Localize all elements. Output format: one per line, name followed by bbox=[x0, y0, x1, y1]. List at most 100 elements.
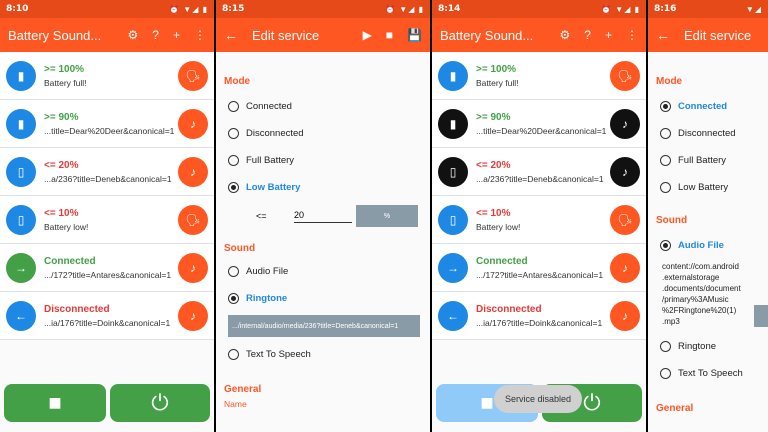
service-row[interactable]: ▯ <= 10% Battery low! 🗣 bbox=[0, 196, 214, 244]
mode-connected[interactable]: Connected bbox=[216, 93, 430, 120]
service-title: Disconnected bbox=[44, 303, 110, 315]
service-row[interactable]: ← Disconnected ...ia/176?title=Doink&canon… bbox=[0, 292, 214, 340]
tts-icon[interactable]: 🗣 bbox=[610, 204, 640, 235]
service-subtitle: .../172?title=Antares&canonical=1 bbox=[44, 269, 172, 280]
settings-icon[interactable]: ⚙ bbox=[560, 28, 571, 42]
mode-low-battery[interactable]: Low Battery bbox=[216, 174, 430, 201]
mode-low-battery[interactable]: Low Battery bbox=[648, 174, 768, 201]
service-row[interactable]: → Connected .../172?title=Antares&canonica… bbox=[0, 244, 214, 292]
general-header: General bbox=[656, 403, 694, 414]
service-row[interactable]: ▮ >= 90% ...title=Dear%20Deer&canonical=1 ♪ bbox=[0, 100, 214, 148]
mode-connected[interactable]: Connected bbox=[648, 93, 768, 120]
status-bar: 8:15 ⏰ ▼◢ ▮ bbox=[216, 0, 430, 18]
service-row[interactable]: ← Disconnected ...ia/176?title=Doink&canon… bbox=[432, 292, 646, 340]
power-button[interactable]: ⏻ bbox=[110, 384, 210, 422]
ringtone-picker[interactable]: .../internal/audio/media/236?title=Deneb… bbox=[228, 315, 420, 337]
service-row[interactable]: ▯ <= 20% ...a/236?title=Deneb&canonical=1 ♪ bbox=[0, 148, 214, 196]
service-text: Disconnected ...ia/176?title=Doink&canoni… bbox=[476, 304, 610, 328]
status-bar: 8:16 ▼◢ bbox=[648, 0, 768, 18]
tts-icon[interactable]: 🗣 bbox=[178, 60, 208, 91]
service-row[interactable]: ▯ <= 20% ...a/236?title=Deneb&canonical=1 ♪ bbox=[432, 148, 646, 196]
radio-icon bbox=[228, 128, 239, 139]
service-title: <= 10% bbox=[476, 207, 511, 219]
service-title: >= 90% bbox=[44, 111, 79, 123]
battery-10-icon: ▯ bbox=[6, 204, 36, 235]
music-note-icon[interactable]: ♪ bbox=[178, 300, 208, 331]
overflow-menu-icon[interactable]: ⋮ bbox=[194, 28, 206, 42]
back-arrow-icon[interactable]: ← bbox=[224, 27, 238, 43]
sound-audio-file[interactable]: Audio File bbox=[216, 258, 430, 285]
stop-icon: ■ bbox=[48, 390, 62, 415]
battery-sound-list-screen-disabled: 8:14 ⏰ ▼◢ ▮ Battery Sound... ⚙ ? + ⋮ ▮ >=… bbox=[432, 0, 646, 432]
mode-disconnected[interactable]: Disconnected bbox=[216, 120, 430, 147]
status-time: 8:10 bbox=[6, 4, 29, 14]
sound-audio-file[interactable]: Audio File bbox=[648, 232, 768, 259]
music-note-icon[interactable]: ♪ bbox=[178, 252, 208, 283]
music-note-icon[interactable]: ♪ bbox=[610, 156, 640, 187]
play-icon[interactable]: ▶ bbox=[363, 28, 372, 42]
sound-ringtone[interactable]: Ringtone bbox=[216, 285, 430, 312]
help-icon[interactable]: ? bbox=[152, 28, 159, 42]
mode-full-battery[interactable]: Full Battery bbox=[648, 147, 768, 174]
threshold-unit: % bbox=[356, 205, 418, 227]
app-bar: Battery Sound... ⚙ ? + ⋮ bbox=[432, 18, 646, 52]
service-row[interactable]: ▮ >= 100% Battery full! 🗣 bbox=[432, 52, 646, 100]
status-bar: 8:14 ⏰ ▼◢ ▮ bbox=[432, 0, 646, 18]
status-icons: ▼◢ bbox=[745, 4, 762, 14]
service-subtitle: ...title=Dear%20Deer&canonical=1 bbox=[44, 125, 175, 136]
back-arrow-icon[interactable]: ← bbox=[656, 27, 670, 43]
file-picker-button[interactable] bbox=[754, 305, 768, 327]
service-title: <= 20% bbox=[476, 159, 511, 171]
service-row[interactable]: ▮ >= 90% ...title=Dear%20Deer&canonical=1 ♪ bbox=[432, 100, 646, 148]
tts-icon[interactable]: 🗣 bbox=[610, 60, 640, 91]
radio-icon bbox=[228, 266, 239, 277]
battery-20-icon: ▯ bbox=[6, 156, 36, 187]
service-text: >= 90% ...title=Dear%20Deer&canonical=1 bbox=[44, 112, 178, 136]
sound-header: Sound bbox=[224, 243, 256, 254]
music-note-icon[interactable]: ♪ bbox=[610, 300, 640, 331]
service-text: <= 10% Battery low! bbox=[476, 208, 610, 232]
battery-20-icon: ▯ bbox=[438, 156, 468, 187]
radio-icon bbox=[228, 101, 239, 112]
service-list: ▮ >= 100% Battery full! 🗣 ▮ >= 90% ...title=De… bbox=[432, 52, 646, 340]
status-icons: ⏰ ▼◢ ▮ bbox=[169, 4, 208, 14]
stop-icon[interactable]: ■ bbox=[386, 28, 393, 42]
help-icon[interactable]: ? bbox=[584, 28, 591, 42]
settings-icon[interactable]: ⚙ bbox=[128, 28, 139, 42]
sound-tts[interactable]: Text To Speech bbox=[216, 341, 430, 368]
music-note-icon[interactable]: ♪ bbox=[610, 108, 640, 139]
radio-selected-icon bbox=[660, 101, 671, 112]
tts-icon[interactable]: 🗣 bbox=[178, 204, 208, 235]
threshold-input[interactable]: 20 bbox=[294, 210, 352, 223]
service-subtitle: Battery full! bbox=[476, 77, 519, 88]
music-note-icon[interactable]: ♪ bbox=[178, 108, 208, 139]
audio-file-path[interactable]: content://com.android .externalstorage .… bbox=[648, 261, 768, 327]
mode-disconnected[interactable]: Disconnected bbox=[648, 120, 768, 147]
service-text: >= 100% Battery full! bbox=[44, 64, 178, 88]
sound-ringtone[interactable]: Ringtone bbox=[648, 333, 768, 360]
service-title: Disconnected bbox=[476, 303, 542, 315]
status-time: 8:15 bbox=[222, 4, 245, 14]
add-icon[interactable]: + bbox=[173, 28, 180, 42]
service-subtitle: .../172?title=Antares&canonical=1 bbox=[476, 269, 604, 280]
add-icon[interactable]: + bbox=[605, 28, 612, 42]
service-title: <= 10% bbox=[44, 207, 79, 219]
radio-icon bbox=[228, 155, 239, 166]
app-bar: Battery Sound... ⚙ ? + ⋮ bbox=[0, 18, 214, 52]
music-note-icon[interactable]: ♪ bbox=[610, 252, 640, 283]
disconnected-icon: ← bbox=[438, 300, 468, 331]
app-title: Battery Sound... bbox=[440, 27, 534, 43]
stop-button[interactable]: ■ bbox=[4, 384, 106, 422]
mode-full-battery[interactable]: Full Battery bbox=[216, 147, 430, 174]
service-row[interactable]: → Connected .../172?title=Antares&canonica… bbox=[432, 244, 646, 292]
music-note-icon[interactable]: ♪ bbox=[178, 156, 208, 187]
status-time: 8:14 bbox=[438, 4, 461, 14]
service-row[interactable]: ▯ <= 10% Battery low! 🗣 bbox=[432, 196, 646, 244]
service-title: >= 90% bbox=[476, 111, 511, 123]
name-label: Name bbox=[224, 399, 247, 409]
radio-icon bbox=[228, 349, 239, 360]
sound-tts[interactable]: Text To Speech bbox=[648, 360, 768, 387]
service-row[interactable]: ▮ >= 100% Battery full! 🗣 bbox=[0, 52, 214, 100]
save-icon[interactable]: 💾 bbox=[407, 28, 422, 42]
overflow-menu-icon[interactable]: ⋮ bbox=[626, 28, 638, 42]
